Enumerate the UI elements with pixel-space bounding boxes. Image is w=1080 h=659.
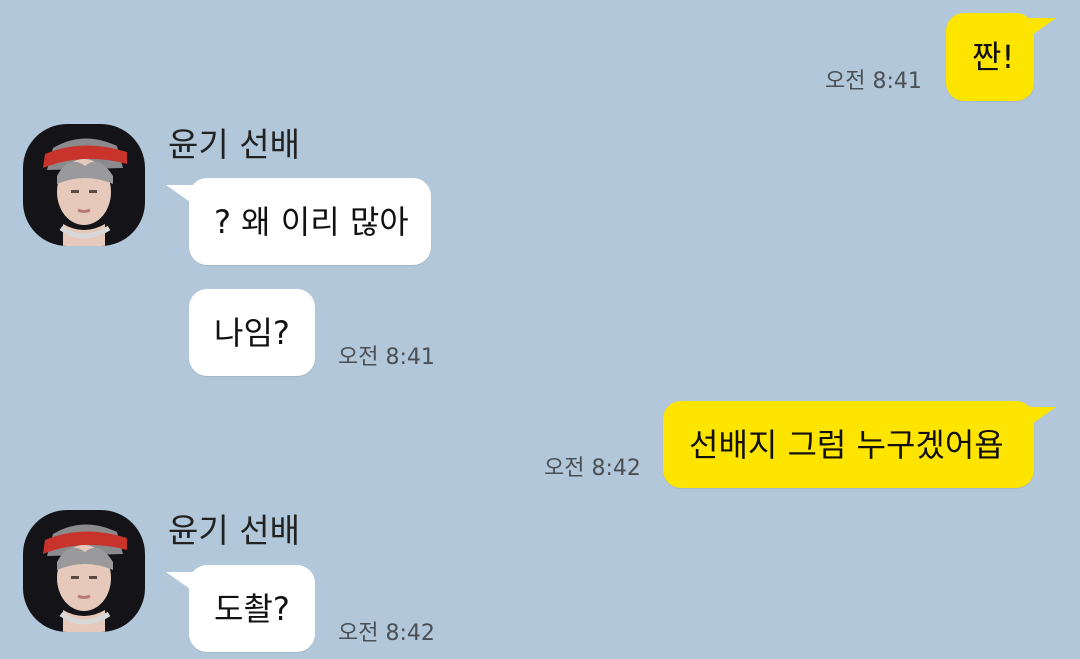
- message-bubble-incoming[interactable]: 나임?: [189, 289, 315, 376]
- contact-avatar[interactable]: [23, 124, 145, 246]
- message-timestamp: 오전 8:42: [338, 621, 435, 646]
- message-text: 나임?: [214, 313, 290, 352]
- contact-avatar[interactable]: [23, 510, 145, 632]
- message-bubble-incoming[interactable]: ? 왜 이리 많아: [189, 178, 431, 265]
- message-text: 선배지 그럼 누구겠어욥: [689, 425, 1004, 464]
- contact-name[interactable]: 윤기 선배: [168, 128, 300, 161]
- message-bubble-outgoing[interactable]: 짠!: [946, 13, 1034, 101]
- message-timestamp: 오전 8:42: [544, 456, 641, 481]
- message-text: 짠!: [972, 38, 1015, 76]
- message-timestamp: 오전 8:41: [338, 345, 435, 370]
- message-bubble-outgoing[interactable]: 선배지 그럼 누구겠어욥: [663, 401, 1034, 488]
- message-bubble-incoming[interactable]: 도촬?: [189, 565, 315, 652]
- avatar-image: [23, 510, 145, 632]
- message-timestamp: 오전 8:41: [825, 69, 922, 94]
- message-text: 도촬?: [214, 589, 290, 628]
- avatar-image: [23, 124, 145, 246]
- message-text: ? 왜 이리 많아: [214, 202, 409, 241]
- contact-name[interactable]: 윤기 선배: [168, 514, 300, 547]
- chat-room: 짠! 오전 8:41 윤기 선배 ? 왜 이리 많아 나임? 오전 8:41 선…: [0, 0, 1080, 659]
